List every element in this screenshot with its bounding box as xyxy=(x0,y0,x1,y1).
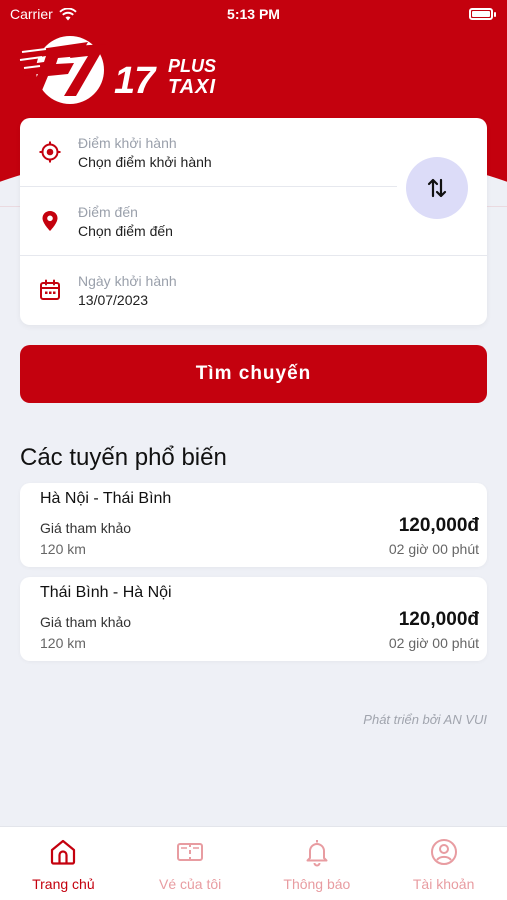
logo-number: 17 xyxy=(114,60,155,102)
logo-plus: PLUS xyxy=(168,56,217,76)
home-icon xyxy=(51,839,76,865)
bottom-tab-bar: Trang chủ Vé của tôi Thông báo Tài khoản xyxy=(0,826,507,900)
tab-account-label: Tài khoản xyxy=(412,876,475,892)
tab-my-tickets-label: Vé của tôi xyxy=(158,876,222,892)
ticket-icon xyxy=(177,843,204,861)
logo-emblem-icon xyxy=(19,36,106,104)
route-price-label: Giá tham khảo xyxy=(40,520,132,536)
tab-home-label: Trang chủ xyxy=(32,876,95,892)
departure-value: Chọn điểm khởi hành xyxy=(78,154,212,170)
status-time: 5:13 PM xyxy=(227,6,280,22)
target-location-icon xyxy=(39,141,61,163)
route-card[interactable]: Hà Nội - Thái Bình Giá tham khảo 120 km … xyxy=(20,483,487,567)
route-name: Hà Nội - Thái Bình xyxy=(40,490,172,507)
trip-search-card: Điểm khởi hành Chọn điểm khởi hành Điểm … xyxy=(20,118,487,325)
bell-icon xyxy=(306,840,328,867)
battery-icon xyxy=(469,8,496,20)
popular-routes-title: Các tuyến phổ biến xyxy=(20,444,227,471)
route-price: 120,000đ xyxy=(398,515,479,536)
account-icon xyxy=(430,839,457,865)
destination-value: Chọn điểm đến xyxy=(78,223,173,239)
map-pin-icon xyxy=(42,211,58,231)
find-trip-button[interactable]: Tìm chuyến xyxy=(20,345,487,403)
route-card[interactable]: Thái Bình - Hà Nội Giá tham khảo 120 km … xyxy=(20,577,487,661)
route-distance: 120 km xyxy=(40,635,86,651)
departure-date-field[interactable]: Ngày khởi hành 13/07/2023 xyxy=(20,256,487,325)
departure-label: Điểm khởi hành xyxy=(78,135,177,151)
destination-label: Điểm đến xyxy=(78,204,138,220)
route-price-label: Giá tham khảo xyxy=(40,614,132,630)
route-duration: 02 giờ 00 phút xyxy=(388,635,479,651)
swap-locations-button[interactable] xyxy=(406,157,468,219)
departure-date-value: 13/07/2023 xyxy=(78,292,149,308)
swap-arrows-icon xyxy=(427,178,447,198)
tab-notifications[interactable]: Thông báo xyxy=(254,827,381,900)
route-price: 120,000đ xyxy=(398,609,479,630)
route-distance: 120 km xyxy=(40,541,86,557)
route-duration: 02 giờ 00 phút xyxy=(388,541,479,557)
tab-my-tickets[interactable]: Vé của tôi xyxy=(127,827,254,900)
tab-notifications-label: Thông báo xyxy=(283,876,351,892)
brand-logo: 17 PLUS TAXI xyxy=(18,30,228,110)
developer-credit: Phát triển bởi AN VUI xyxy=(363,712,487,727)
logo-taxi: TAXI xyxy=(168,76,217,98)
calendar-icon xyxy=(40,279,60,300)
tab-home[interactable]: Trang chủ xyxy=(0,827,127,900)
tab-account[interactable]: Tài khoản xyxy=(380,827,507,900)
status-bar: Carrier 5:13 PM xyxy=(0,0,507,28)
route-name: Thái Bình - Hà Nội xyxy=(40,584,172,601)
departure-date-label: Ngày khởi hành xyxy=(78,273,177,289)
